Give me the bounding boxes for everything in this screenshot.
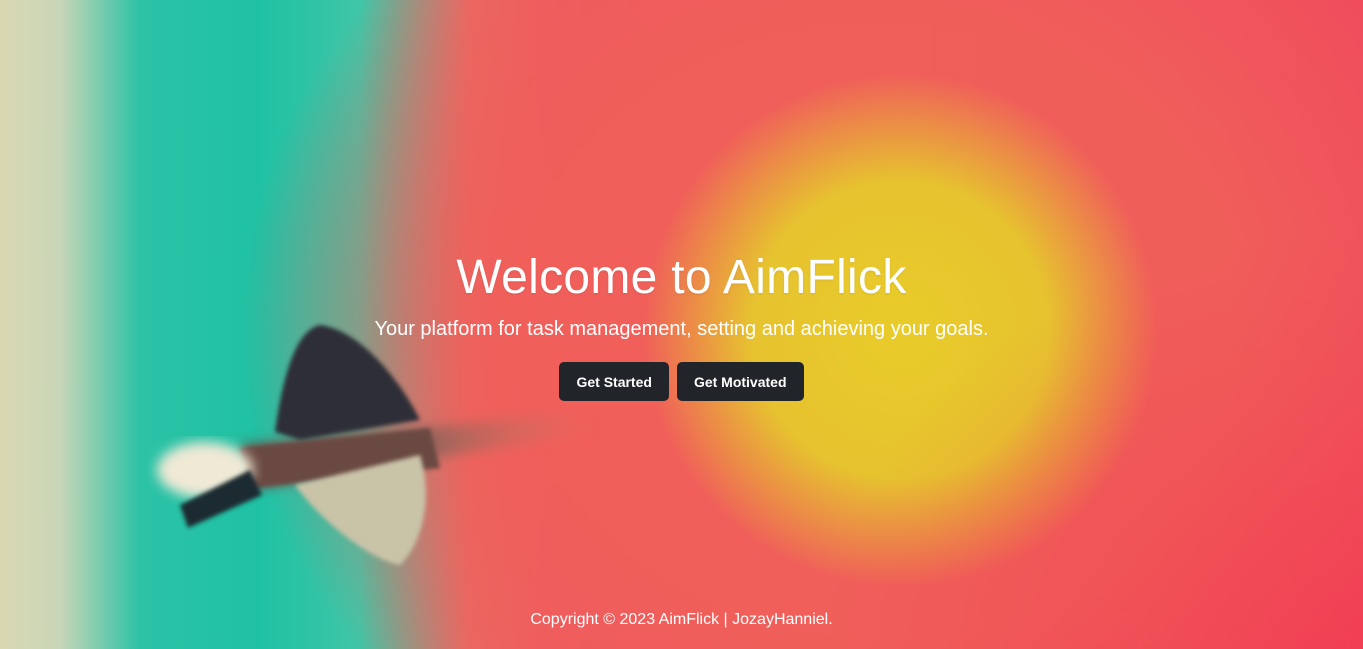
footer-copyright: Copyright © 2023 AimFlick | JozayHanniel…: [530, 611, 833, 628]
hero-actions: Get Started Get Motivated: [0, 362, 1363, 401]
hero-subtitle: Your platform for task management, setti…: [374, 318, 989, 340]
get-motivated-button[interactable]: Get Motivated: [676, 362, 804, 401]
hero-content: Welcome to AimFlick Your platform for ta…: [0, 248, 1363, 401]
hero-title: Welcome to AimFlick: [456, 251, 907, 304]
get-started-button[interactable]: Get Started: [559, 362, 669, 401]
